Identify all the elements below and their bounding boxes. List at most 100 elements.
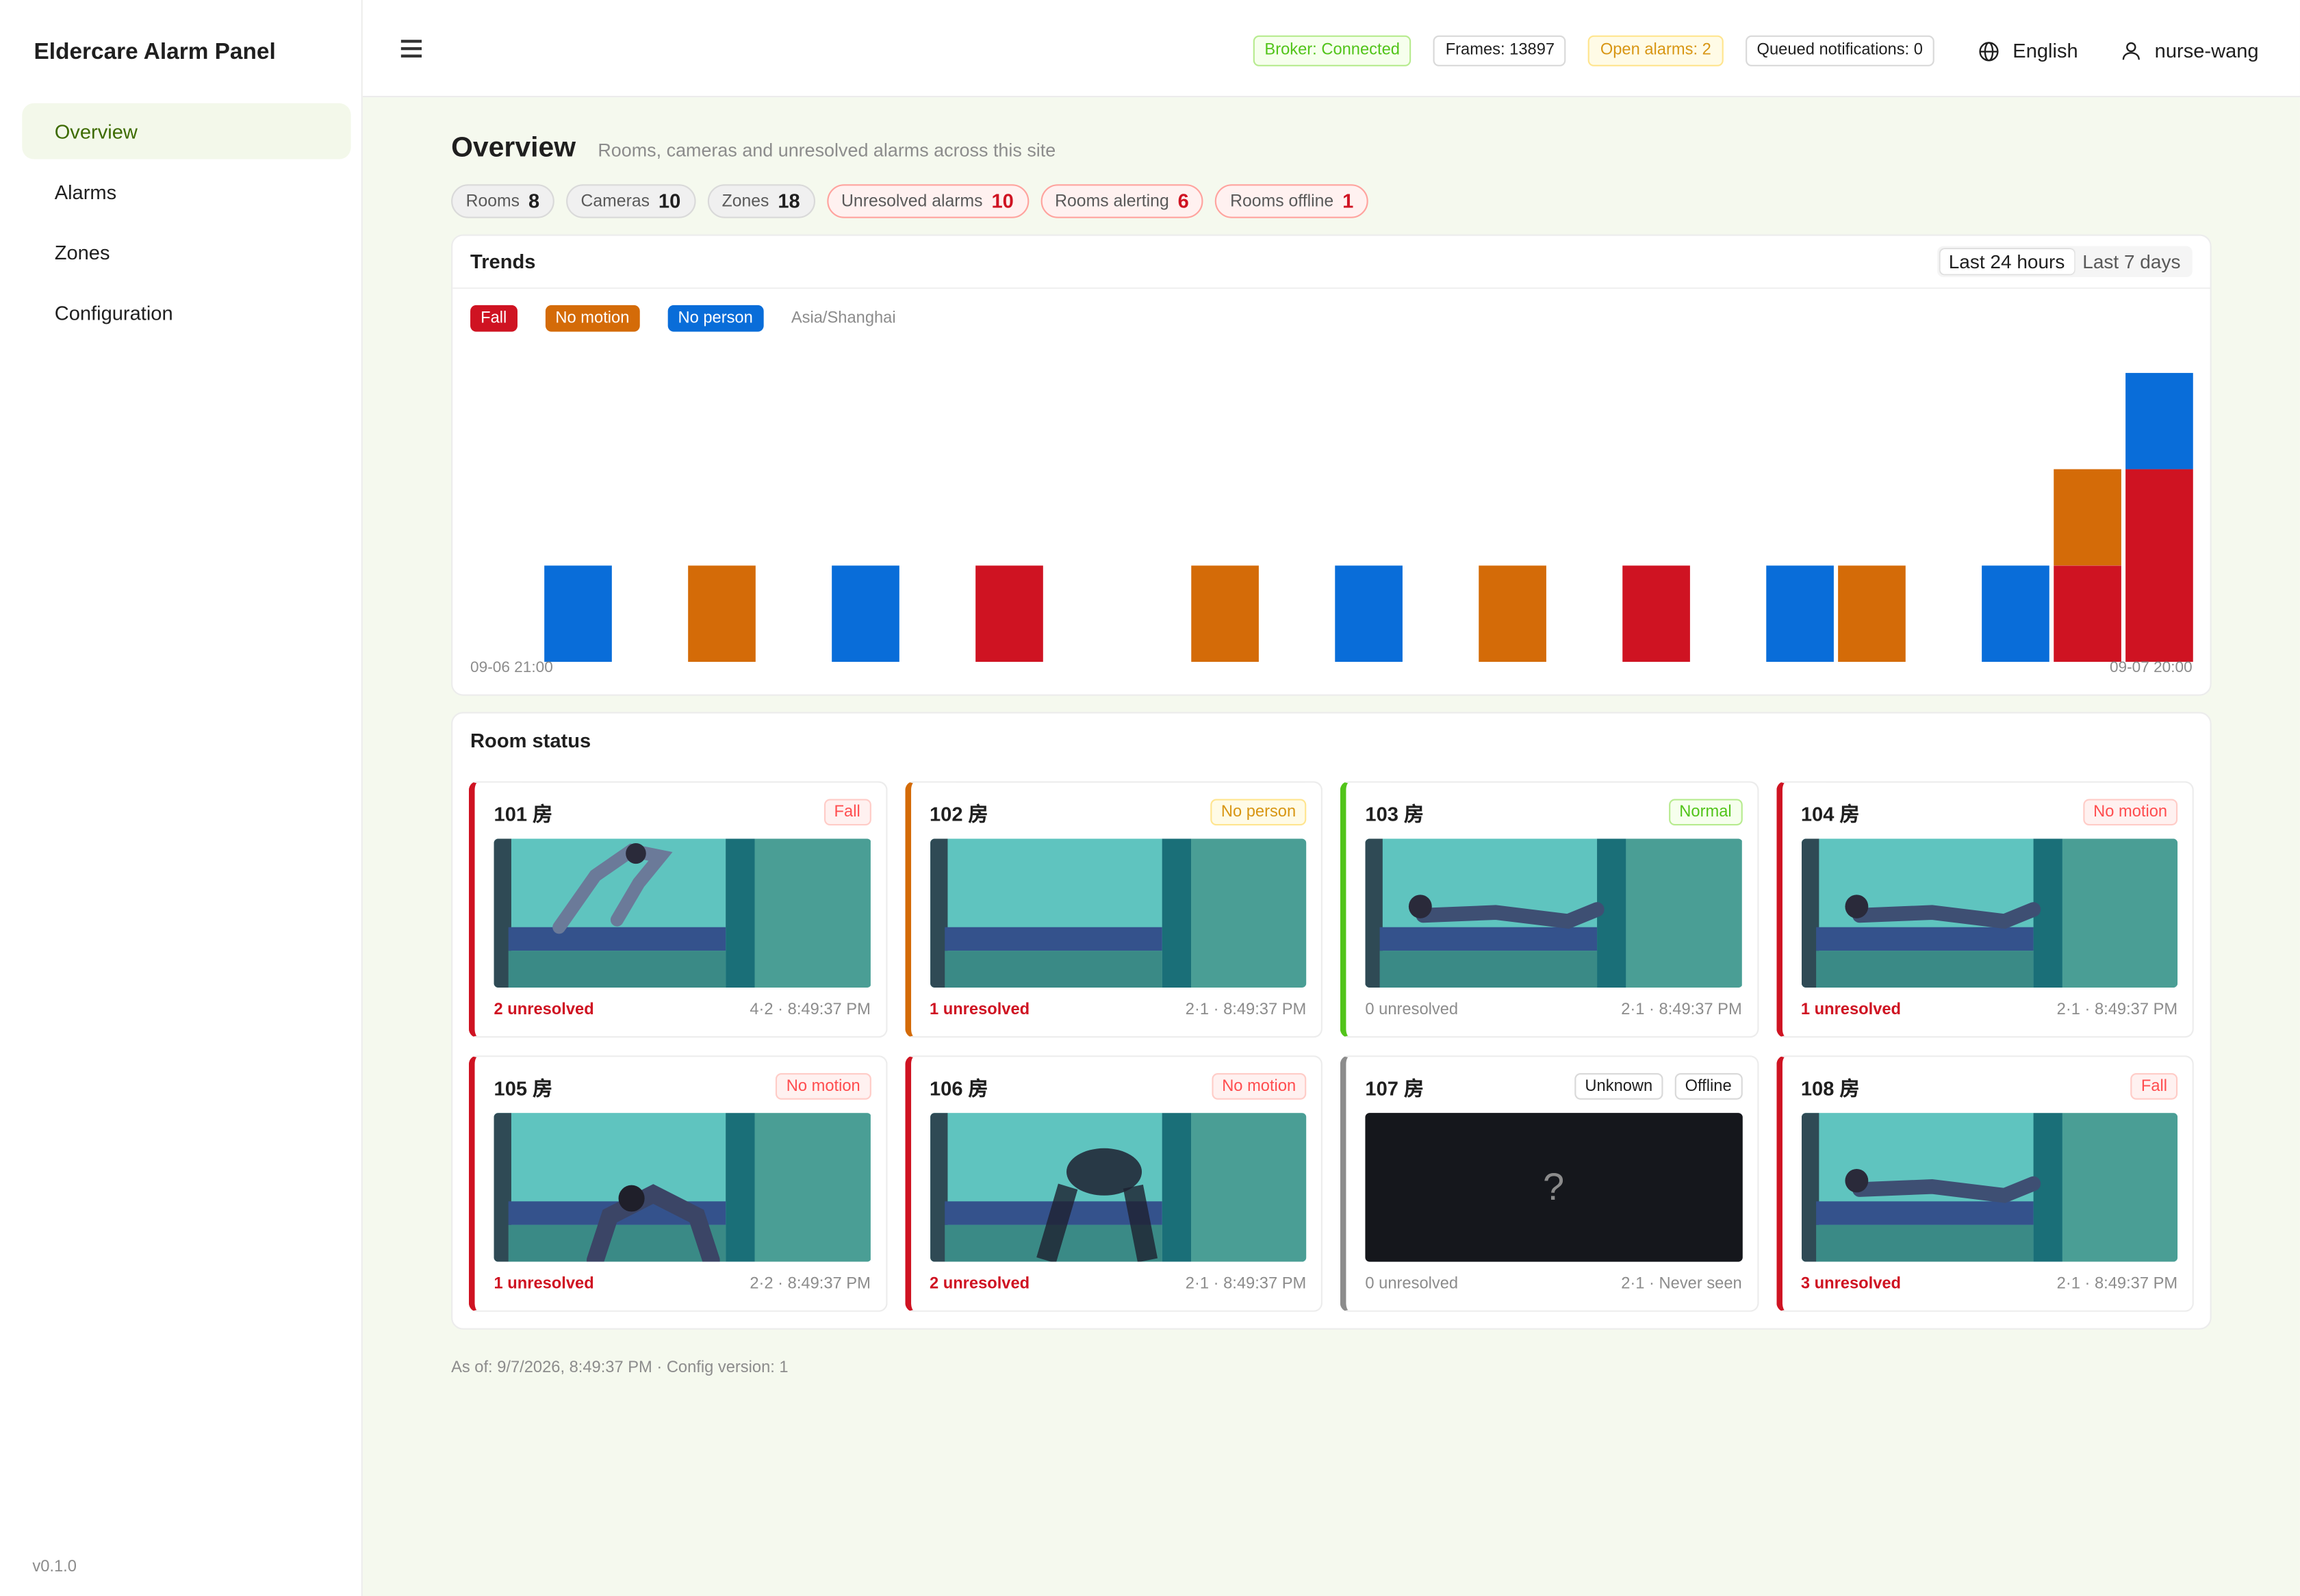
stat-unresolved-alarms: Unresolved alarms 10	[826, 184, 1029, 218]
bar-fall[interactable]	[975, 565, 1043, 662]
room-status-title: Room status	[470, 729, 591, 751]
camera-snapshot[interactable]	[1800, 1113, 2178, 1262]
camera-snapshot[interactable]	[1365, 838, 1742, 988]
room-status-badge: Fall	[823, 799, 871, 826]
unresolved-count: 1 unresolved	[494, 1275, 594, 1293]
chart-legend: Fall No motion No person Asia/Shanghai	[452, 289, 2210, 332]
bar-fall[interactable]	[1622, 565, 1690, 662]
stat-value: 10	[991, 190, 1014, 213]
room-status-badge: No person	[1210, 799, 1307, 826]
bar-no-motion[interactable]	[1838, 565, 1906, 662]
room-status-badge: Offline	[1674, 1072, 1742, 1100]
room-card[interactable]: 101 房 Fall 2 unresolved 4·2 · 8:49:37 PM	[468, 781, 887, 1038]
camera-snapshot[interactable]	[929, 1113, 1307, 1262]
stat-value: 8	[528, 190, 540, 213]
room-meta: 2·1 · 8:49:37 PM	[2056, 1275, 2178, 1293]
room-status-badge: No motion	[2083, 799, 2178, 826]
legend-fall[interactable]: Fall	[470, 305, 518, 332]
main-area: Broker: Connected Frames: 13897 Open ala…	[362, 0, 2300, 1596]
room-status-badge: Fall	[2130, 1072, 2178, 1100]
room-name: 107 房	[1365, 1077, 1424, 1100]
unresolved-count: 1 unresolved	[1800, 1001, 1902, 1019]
room-status-card: Room status 101 房 Fall 2 unresolved 4·2 · 8…	[451, 712, 2212, 1330]
stat-label: Unresolved alarms	[841, 192, 983, 210]
trend-chart-svg	[544, 372, 2193, 662]
app-title: Eldercare Alarm Panel	[34, 40, 276, 65]
room-card[interactable]: 103 房 Normal 0 unresolved 2·1 · 8:49:37 PM	[1340, 781, 1759, 1038]
camera-snapshot[interactable]	[929, 838, 1307, 988]
room-card[interactable]: 108 房 Fall 3 unresolved 2·1 · 8:49:37 PM	[1776, 1055, 2194, 1312]
bar-no-motion[interactable]	[1191, 565, 1259, 662]
user-icon	[2123, 42, 2141, 60]
room-name: 104 房	[1800, 803, 1860, 826]
room-card[interactable]: 106 房 No motion 2 unresolved 2·1 · 8:49:37 …	[904, 1055, 1322, 1312]
stat-label: Rooms alerting	[1055, 192, 1169, 210]
room-card[interactable]: 102 房 No person 1 unresolved 2·1 · 8:49:37 …	[904, 781, 1322, 1038]
as-of-footer: As of: 9/7/2026, 8:49:37 PM · Config ver…	[451, 1359, 789, 1377]
sidebar-item-configuration[interactable]: Configuration	[22, 285, 350, 341]
bar-no-person[interactable]	[2125, 372, 2193, 469]
bar-no-person[interactable]	[832, 565, 899, 662]
menu-icon[interactable]	[400, 40, 422, 57]
unresolved-count: 3 unresolved	[1800, 1275, 1902, 1293]
stat-value: 1	[1342, 190, 1354, 213]
camera-snapshot[interactable]	[494, 838, 871, 988]
room-card[interactable]: 107 房 Unknown Offline? 0 unresolved 2·1 · Ne…	[1340, 1055, 1759, 1312]
room-status-badge: Unknown	[1574, 1072, 1663, 1100]
legend-no-motion[interactable]: No motion	[545, 305, 640, 332]
open-alarms-badge: Open alarms: 2	[1588, 35, 1724, 66]
stat-value: 18	[778, 190, 800, 213]
stat-label: Rooms	[465, 192, 520, 210]
room-meta: 2·1 · 8:49:37 PM	[1621, 1001, 1742, 1019]
frames-badge: Frames: 13897	[1433, 35, 1567, 66]
stat-value: 6	[1177, 190, 1189, 213]
language-label: English	[2012, 40, 2078, 62]
bar-no-person[interactable]	[544, 565, 612, 662]
camera-snapshot[interactable]	[494, 1113, 871, 1262]
bar-no-motion[interactable]	[2054, 469, 2121, 566]
camera-snapshot[interactable]	[1800, 838, 2178, 988]
trends-title: Trends	[470, 250, 536, 273]
x-axis-end-label: 09-07 20:00	[2109, 658, 2193, 677]
user-menu[interactable]: nurse-wang	[2122, 40, 2259, 62]
bar-no-motion[interactable]	[1479, 565, 1546, 662]
language-switcher[interactable]: English	[1979, 40, 2078, 62]
stat-rooms-alerting: Rooms alerting 6	[1040, 184, 1204, 218]
bar-fall[interactable]	[2125, 469, 2193, 662]
sidebar-nav: Overview Alarms Zones Configuration	[22, 103, 351, 345]
unresolved-count: 1 unresolved	[929, 1001, 1030, 1019]
stat-label: Cameras	[580, 192, 650, 210]
room-name: 103 房	[1365, 803, 1424, 826]
range-7d-tab[interactable]: Last 7 days	[2073, 249, 2189, 274]
range-24h-tab[interactable]: Last 24 hours	[1939, 248, 2074, 274]
unresolved-count: 2 unresolved	[929, 1275, 1030, 1293]
bar-fall[interactable]	[2054, 565, 2121, 662]
room-name: 101 房	[494, 803, 553, 826]
trend-chart: 09-06 21:00 09-07 20:00	[470, 332, 2193, 695]
stat-rooms-offline: Rooms offline 1	[1215, 184, 1368, 218]
room-meta: 2·1 · Never seen	[1621, 1275, 1742, 1293]
sidebar-item-overview[interactable]: Overview	[22, 103, 351, 159]
bar-no-person[interactable]	[1766, 565, 1834, 662]
room-card[interactable]: 104 房 No motion 1 unresolved 2·1 · 8:49:37 …	[1776, 781, 2194, 1038]
bar-no-person[interactable]	[1982, 565, 2049, 662]
room-name: 102 房	[929, 803, 988, 826]
sidebar-item-alarms[interactable]: Alarms	[22, 164, 350, 220]
page-title: Overview	[451, 132, 576, 164]
stat-label: Rooms offline	[1230, 192, 1334, 210]
room-meta: 2·1 · 8:49:37 PM	[1185, 1001, 1307, 1019]
stat-label: Zones	[721, 192, 769, 210]
room-card[interactable]: 105 房 No motion 1 unresolved 2·2 · 8:49:37 …	[468, 1055, 887, 1312]
room-name: 106 房	[929, 1077, 988, 1100]
room-meta: 2·2 · 8:49:37 PM	[750, 1275, 871, 1293]
globe-icon	[1979, 41, 1999, 61]
bar-no-person[interactable]	[1335, 565, 1403, 662]
sidebar-item-zones[interactable]: Zones	[22, 224, 350, 280]
room-status-badge: Normal	[1669, 799, 1742, 826]
overview-content: Overview Rooms, cameras and unresolved a…	[451, 133, 2212, 1377]
queued-notifications-badge: Queued notifications: 0	[1745, 35, 1935, 66]
legend-no-person[interactable]: No person	[667, 305, 763, 332]
x-axis-start-label: 09-06 21:00	[470, 658, 553, 677]
stat-zones: Zones 18	[707, 184, 815, 218]
bar-no-motion[interactable]	[688, 565, 756, 662]
